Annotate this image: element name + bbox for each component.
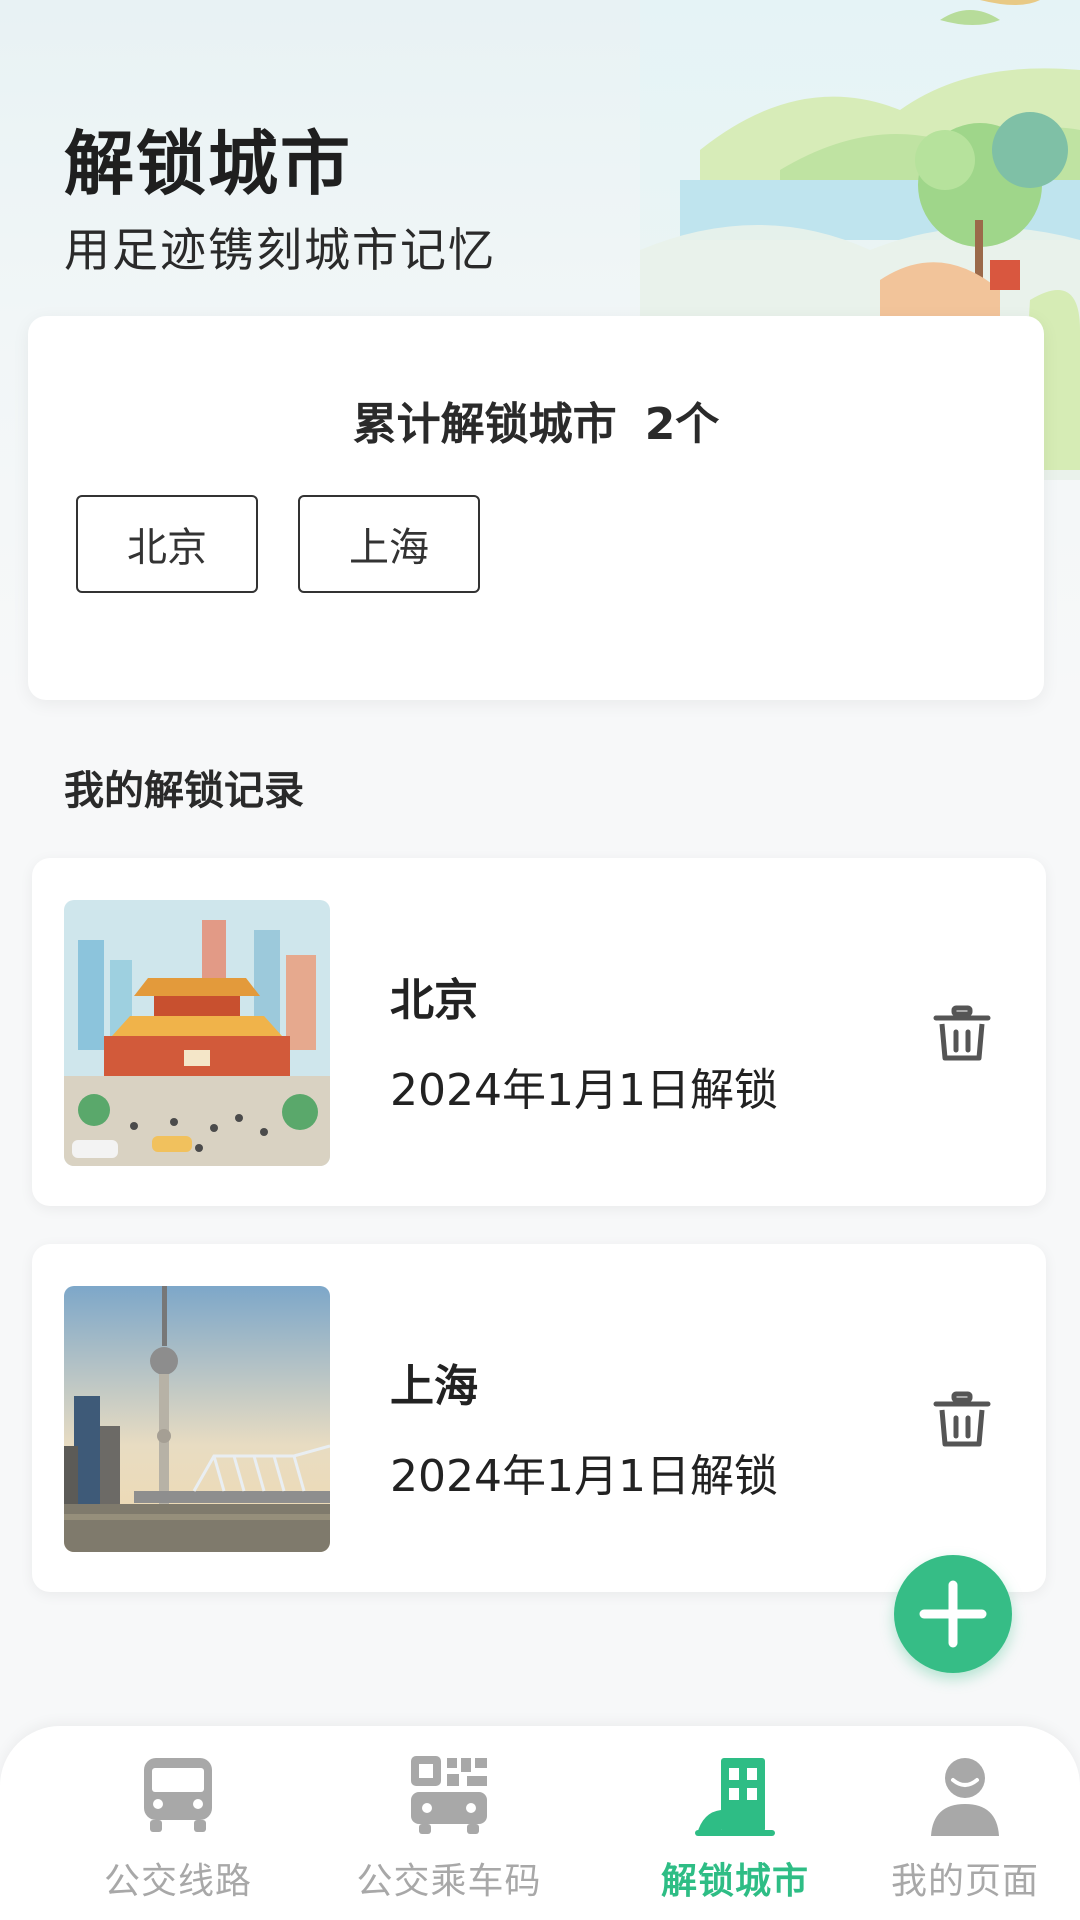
bus-icon [144, 1758, 212, 1832]
nav-item-bus-qr-code[interactable]: 公交乘车码 [354, 1754, 544, 1914]
delete-record-button[interactable] [932, 1390, 992, 1450]
summary-title: 累计解锁城市 2个 [28, 388, 1044, 452]
trash-icon [933, 1005, 991, 1061]
city-chip-beijing[interactable]: 北京 [76, 495, 258, 593]
record-card-beijing[interactable]: 北京 2024年1月1日解锁 [32, 858, 1046, 1206]
beijing-thumbnail [64, 900, 330, 1166]
record-card-shanghai[interactable]: 上海 2024年1月1日解锁 [32, 1244, 1046, 1592]
nav-label: 公交乘车码 [356, 1861, 542, 1902]
nav-item-bus-routes[interactable]: 公交线路 [104, 1754, 253, 1914]
summary-count: 2个 [644, 399, 720, 450]
summary-label: 累计解锁城市 [352, 399, 617, 450]
unlock-summary-card: 累计解锁城市 2个 北京 上海 [28, 316, 1044, 700]
user-icon [931, 1758, 999, 1836]
shanghai-thumbnail [64, 1286, 330, 1552]
plus-icon [919, 1580, 987, 1648]
city-chip-shanghai[interactable]: 上海 [298, 495, 480, 593]
qr-bus-icon [411, 1756, 487, 1834]
record-city-name: 上海 [390, 1361, 478, 1412]
page-subtitle: 用足迹镌刻城市记忆 [64, 223, 496, 277]
nav-item-my-page[interactable]: 我的页面 [890, 1754, 1040, 1914]
trash-icon [933, 1391, 991, 1447]
delete-record-button[interactable] [932, 1004, 992, 1064]
record-unlock-date: 2024年1月1日解锁 [390, 1065, 778, 1116]
add-city-button[interactable] [894, 1555, 1012, 1673]
record-city-name: 北京 [390, 975, 478, 1026]
nav-label: 公交线路 [104, 1861, 253, 1902]
nav-label: 解锁城市 [660, 1861, 809, 1902]
nav-item-unlock-city[interactable]: 解锁城市 [660, 1754, 810, 1914]
records-section-title: 我的解锁记录 [64, 768, 304, 814]
nav-label: 我的页面 [890, 1861, 1039, 1902]
bottom-navigation: 公交线路 公交乘车码 解锁城市 我的页面 [0, 1726, 1080, 1920]
page-title: 解锁城市 [64, 123, 352, 205]
city-building-icon [695, 1758, 775, 1836]
record-unlock-date: 2024年1月1日解锁 [390, 1451, 778, 1502]
